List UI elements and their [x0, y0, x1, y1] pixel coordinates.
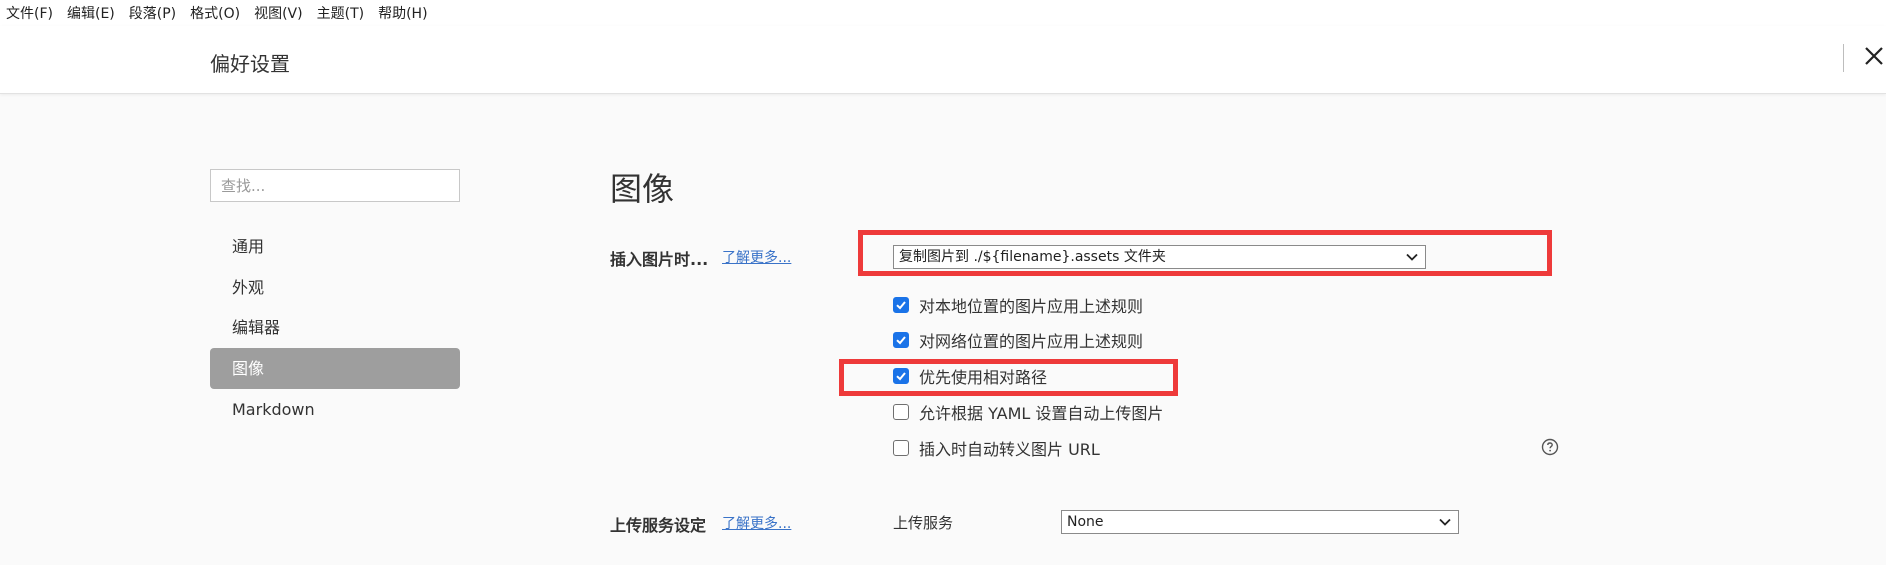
- menu-edit[interactable]: 编辑(E): [67, 3, 115, 23]
- sidebar-item-appearance[interactable]: 外观: [210, 267, 460, 308]
- menu-paragraph[interactable]: 段落(P): [129, 3, 176, 23]
- menu-help[interactable]: 帮助(H): [378, 3, 427, 23]
- insert-image-action-value: 复制图片到 ./${filename}.assets 文件夹: [899, 249, 1166, 265]
- option-label: 优先使用相对路径: [919, 368, 1048, 387]
- question-circle-icon[interactable]: [1541, 438, 1559, 456]
- chevron-down-icon: [1406, 253, 1418, 261]
- checkbox-checked-icon[interactable]: [893, 332, 909, 348]
- option-label: 允许根据 YAML 设置自动上传图片: [919, 404, 1164, 423]
- header-divider: [1843, 44, 1844, 72]
- option-apply-network[interactable]: 对网络位置的图片应用上述规则: [893, 329, 1143, 351]
- option-escape-image-url[interactable]: 插入时自动转义图片 URL: [893, 437, 1100, 459]
- upload-service-value: None: [1067, 514, 1104, 530]
- section-title: 图像: [610, 170, 675, 208]
- insert-image-learn-more-link[interactable]: 了解更多...: [722, 247, 791, 267]
- preferences-header: 偏好设置: [0, 26, 1886, 94]
- insert-image-label: 插入图片时...: [610, 250, 709, 269]
- page-title: 偏好设置: [210, 52, 290, 76]
- checkbox-unchecked-icon[interactable]: [893, 404, 909, 420]
- menu-file[interactable]: 文件(F): [6, 3, 53, 23]
- checkbox-checked-icon[interactable]: [893, 368, 909, 384]
- sidebar-item-editor[interactable]: 编辑器: [210, 307, 460, 348]
- option-prefer-relative-path[interactable]: 优先使用相对路径: [893, 365, 1047, 387]
- upload-learn-more-link[interactable]: 了解更多...: [722, 513, 791, 533]
- checkbox-unchecked-icon[interactable]: [893, 440, 909, 456]
- search-input[interactable]: [210, 169, 460, 202]
- checkbox-checked-icon[interactable]: [893, 297, 909, 313]
- sidebar-item-image[interactable]: 图像: [210, 348, 460, 389]
- chevron-down-icon: [1439, 518, 1451, 526]
- option-label: 对网络位置的图片应用上述规则: [919, 332, 1144, 351]
- menu-theme[interactable]: 主题(T): [317, 3, 364, 23]
- insert-image-action-select[interactable]: 复制图片到 ./${filename}.assets 文件夹: [893, 245, 1426, 269]
- menu-format[interactable]: 格式(O): [190, 3, 240, 23]
- sidebar-item-markdown[interactable]: Markdown: [210, 389, 460, 430]
- menu-bar: 文件(F) 编辑(E) 段落(P) 格式(O) 视图(V) 主题(T) 帮助(H…: [0, 0, 1886, 26]
- menu-view[interactable]: 视图(V): [254, 3, 303, 23]
- option-yaml-auto-upload[interactable]: 允许根据 YAML 设置自动上传图片: [893, 401, 1163, 423]
- option-apply-local[interactable]: 对本地位置的图片应用上述规则: [893, 294, 1143, 316]
- close-icon[interactable]: [1862, 44, 1886, 68]
- option-label: 插入时自动转义图片 URL: [919, 440, 1100, 459]
- upload-service-settings-label: 上传服务设定: [610, 516, 707, 535]
- option-label: 对本地位置的图片应用上述规则: [919, 297, 1144, 316]
- upload-service-select[interactable]: None: [1061, 510, 1459, 534]
- upload-service-label: 上传服务: [893, 514, 954, 532]
- sidebar-item-general[interactable]: 通用: [210, 226, 460, 267]
